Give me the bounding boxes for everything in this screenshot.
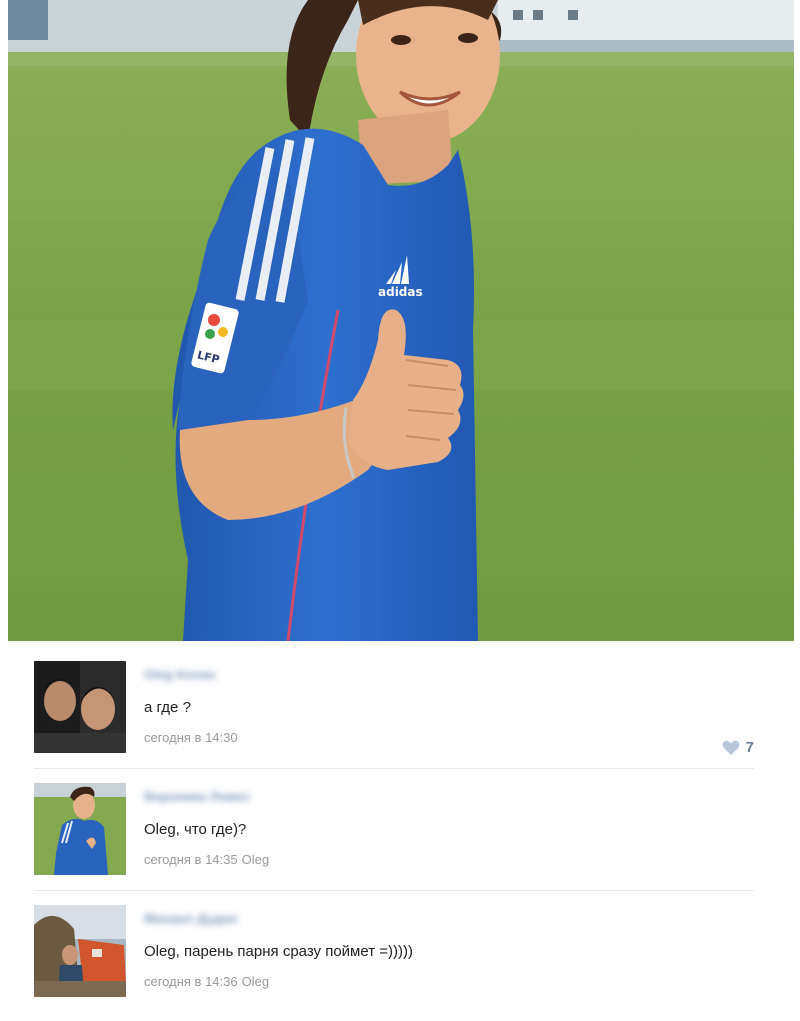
comment-author[interactable]: Михаил Дудин <box>144 911 284 927</box>
comment-text: Oleg, что где)? <box>144 821 247 838</box>
post-photo[interactable]: LFP adidas <box>8 0 794 641</box>
outdoor-man-avatar-icon[interactable] <box>34 905 126 997</box>
comment-time[interactable]: сегодня в 14:36 <box>144 974 238 989</box>
reply-to-link[interactable]: Oleg <box>242 852 269 867</box>
girl-in-jersey-avatar-icon[interactable] <box>34 783 126 875</box>
comment-item: Михаил Дудин Oleg, парень парня сразу по… <box>8 903 768 1021</box>
comment-text: а где ? <box>144 699 191 716</box>
comment-item: Oleg Kovas а где ? сегодня в 14:30 7 <box>8 659 768 777</box>
comment-meta: сегодня в 14:35 Oleg <box>144 852 269 867</box>
comment-divider <box>34 768 754 769</box>
comment-text: Oleg, парень парня сразу поймет =))))) <box>144 943 413 960</box>
comment-meta: сегодня в 14:36 Oleg <box>144 974 269 989</box>
two-men-avatar-icon[interactable] <box>34 661 126 753</box>
photo-image: LFP adidas <box>8 0 794 641</box>
heart-icon <box>722 740 740 755</box>
jersey-brand-text: adidas <box>378 285 423 299</box>
comment-item: Вероника Ловиз Oleg, что где)? сегодня в… <box>8 781 768 899</box>
reply-to-link[interactable]: Oleg <box>242 974 269 989</box>
comment-author[interactable]: Вероника Ловиз <box>144 789 284 805</box>
like-button[interactable]: 7 <box>722 739 754 756</box>
comment-time[interactable]: сегодня в 14:30 <box>144 730 238 745</box>
comment-author[interactable]: Oleg Kovas <box>144 667 284 683</box>
comment-divider <box>34 890 754 891</box>
comments-section: Oleg Kovas а где ? сегодня в 14:30 7 Вер… <box>8 645 794 1001</box>
comment-time[interactable]: сегодня в 14:35 <box>144 852 238 867</box>
like-count: 7 <box>745 739 754 756</box>
comment-meta: сегодня в 14:30 <box>144 730 238 745</box>
